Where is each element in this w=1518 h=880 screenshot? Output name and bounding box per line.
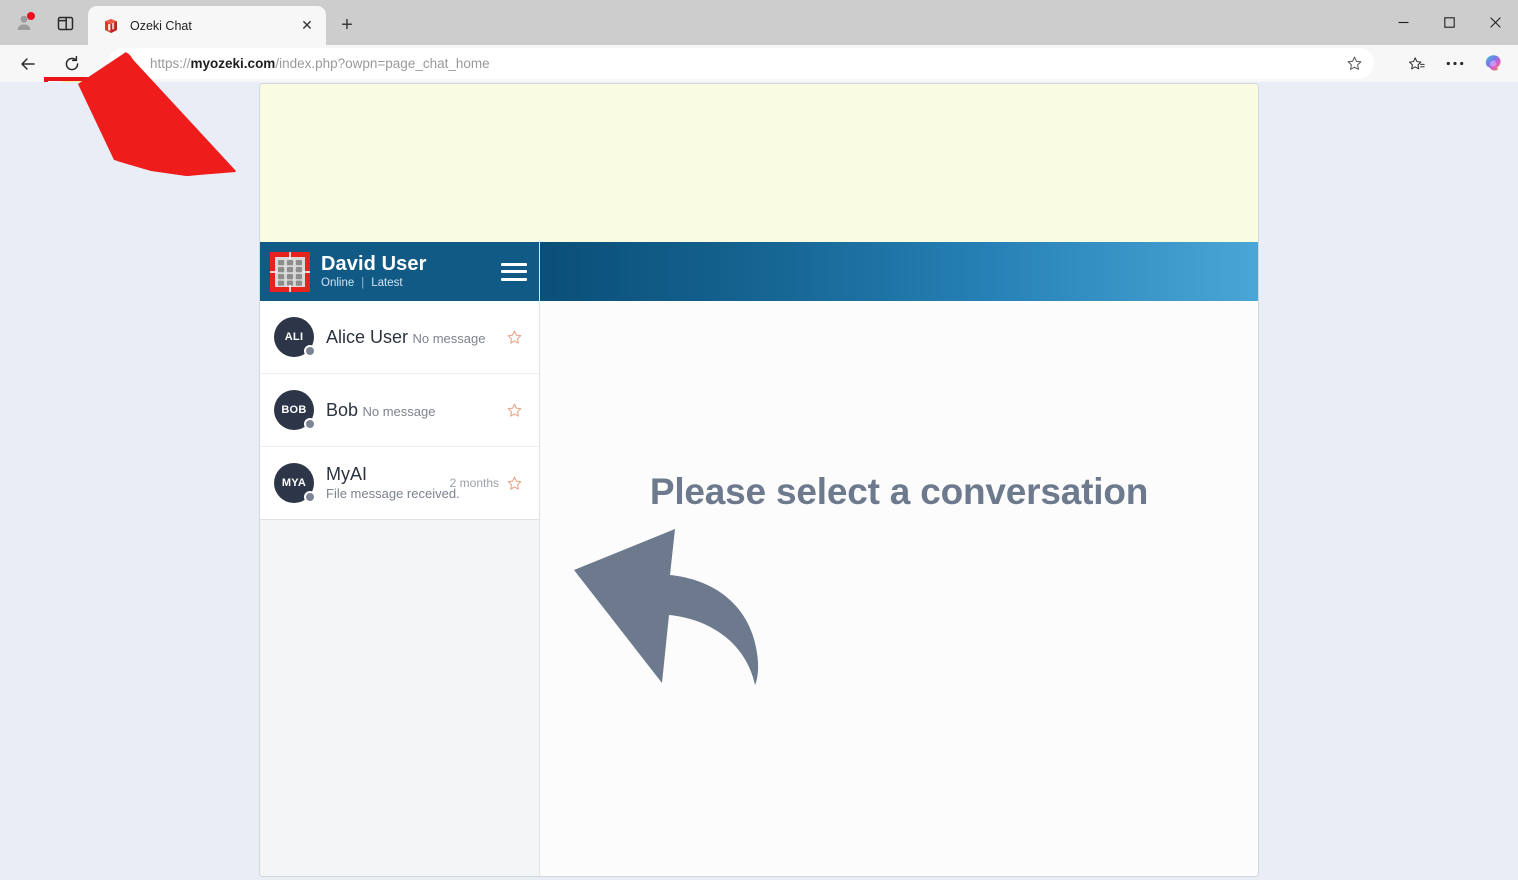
url-domain: myozeki.com	[190, 56, 276, 71]
toolbar-right	[1400, 48, 1510, 79]
browser-tab[interactable]: Ozeki Chat ✕	[88, 6, 326, 45]
close-icon[interactable]: ✕	[296, 15, 318, 37]
back-button[interactable]	[12, 48, 44, 79]
profile-filter[interactable]: Latest	[371, 277, 402, 289]
favorite-star-icon[interactable]	[506, 475, 523, 492]
contact-preview: File message received.	[326, 485, 460, 501]
top-banner	[260, 84, 1258, 242]
profile-icon[interactable]	[8, 8, 42, 38]
list-item[interactable]: BOB Bob No message	[260, 374, 539, 447]
url-scheme: https://	[150, 56, 191, 71]
conversation-empty-state: Please select a conversation	[540, 301, 1258, 876]
contact-name: Bob	[326, 399, 359, 420]
close-window-button[interactable]	[1472, 0, 1518, 45]
profile-status: Online	[321, 277, 355, 289]
maximize-button[interactable]	[1426, 0, 1472, 45]
reload-button[interactable]	[56, 48, 88, 79]
hamburger-menu-icon[interactable]	[501, 261, 527, 283]
url-text: https://myozeki.com/index.php?owpn=page_…	[150, 56, 1340, 71]
profile-name: David User	[321, 253, 427, 275]
window-controls	[1380, 0, 1518, 45]
contact-meta: 2 months	[450, 475, 523, 492]
sidebar-empty-area	[260, 520, 539, 876]
contact-text: Alice User No message	[326, 327, 487, 348]
browser-tabstrip: Ozeki Chat ✕ +	[0, 0, 1518, 45]
favorite-icon[interactable]	[1340, 50, 1368, 78]
browser-navbar: https://myozeki.com/index.php?owpn=page_…	[0, 45, 1518, 139]
conversation-header	[540, 242, 1258, 301]
split-screen-icon[interactable]	[48, 8, 82, 38]
page-title: Please select a conversation	[649, 471, 1149, 512]
profile-separator: |	[361, 277, 365, 289]
minimize-button[interactable]	[1380, 0, 1426, 45]
contact-list: ALI Alice User No message BOB Bob No mes…	[260, 301, 539, 520]
profile-notification-dot	[27, 12, 35, 20]
copilot-icon[interactable]	[1476, 48, 1510, 79]
contact-meta	[499, 402, 523, 419]
avatar: MYA	[274, 463, 316, 503]
contact-text: MyAI File message received.	[326, 463, 460, 503]
list-item[interactable]: ALI Alice User No message	[260, 301, 539, 374]
status-dot	[304, 345, 316, 357]
contact-time: 2 months	[449, 476, 499, 490]
status-dot	[304, 418, 316, 430]
contact-name: MyAI	[326, 463, 368, 484]
chat-body: David User Online | Latest ALI Alice Use…	[260, 242, 1258, 876]
page-viewport: David User Online | Latest ALI Alice Use…	[0, 52, 1518, 880]
ellipsis-icon[interactable]	[1438, 48, 1472, 79]
contact-text: Bob No message	[326, 400, 487, 421]
status-dot	[304, 491, 316, 503]
profile-meta: David User Online | Latest	[321, 253, 490, 290]
profile-status-row: Online | Latest	[321, 277, 490, 289]
tab-title: Ozeki Chat	[130, 18, 192, 33]
ozeki-keypad-avatar[interactable]	[270, 251, 310, 292]
contact-preview: No message	[362, 403, 436, 419]
list-item[interactable]: MYA MyAI File message received. 2 months	[260, 447, 539, 520]
profile-bar: David User Online | Latest	[260, 242, 539, 301]
favorite-star-icon[interactable]	[506, 329, 523, 346]
collections-icon[interactable]	[1400, 48, 1434, 79]
ozeki-chat-app: David User Online | Latest ALI Alice Use…	[259, 83, 1259, 877]
lock-icon	[122, 56, 138, 72]
ozeki-cube-favicon	[102, 17, 120, 35]
curved-left-arrow-icon	[550, 523, 850, 693]
avatar: BOB	[274, 390, 316, 430]
favorite-star-icon[interactable]	[506, 402, 523, 419]
avatar: ALI	[274, 317, 316, 357]
conversation-pane: Please select a conversation	[540, 242, 1258, 876]
url-path: /index.php?owpn=page_chat_home	[275, 56, 490, 71]
chat-sidebar: David User Online | Latest ALI Alice Use…	[260, 242, 540, 876]
address-bar[interactable]: https://myozeki.com/index.php?owpn=page_…	[108, 48, 1374, 79]
contact-preview: No message	[412, 330, 486, 346]
contact-meta	[499, 329, 523, 346]
new-tab-button[interactable]: +	[332, 11, 362, 39]
contact-name: Alice User	[326, 326, 409, 347]
tabstrip-left-icons	[8, 8, 82, 38]
browser-window: Ozeki Chat ✕ + https://myozeki.com/index…	[0, 0, 1518, 880]
